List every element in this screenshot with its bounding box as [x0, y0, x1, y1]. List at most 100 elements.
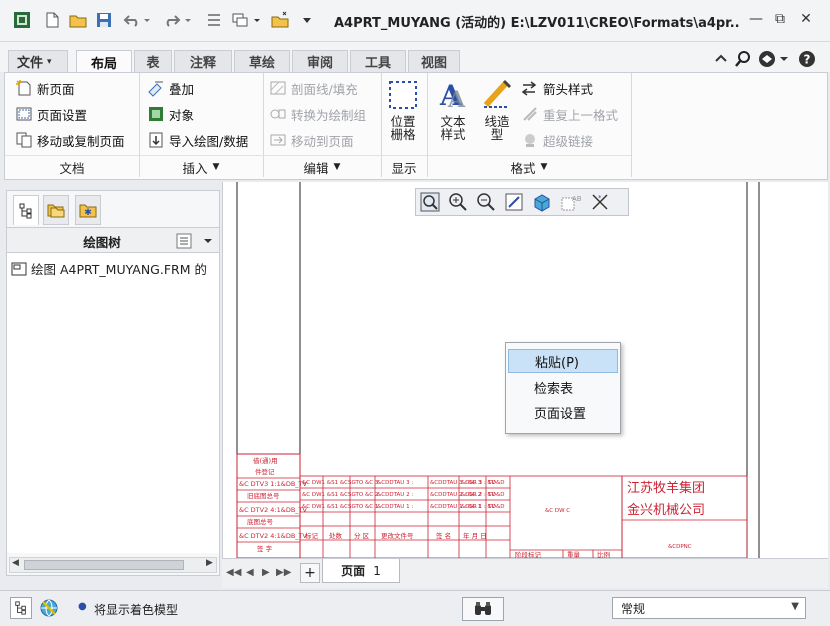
- tab-annotate[interactable]: 注释: [174, 50, 232, 72]
- community-dropdown-icon[interactable]: [778, 50, 790, 68]
- find-button[interactable]: [462, 597, 504, 621]
- svg-text:比例: 比例: [597, 550, 610, 558]
- datum-display-icon[interactable]: *: [590, 192, 610, 212]
- scroll-right-icon[interactable]: ▶: [206, 558, 213, 568]
- company-name-line1: 江苏牧羊集团: [627, 480, 705, 496]
- menu-item-page-setup[interactable]: 页面设置: [508, 400, 618, 424]
- selection-filter-dropdown[interactable]: 常规 ▼: [612, 597, 806, 619]
- folder-browser-tab[interactable]: [43, 195, 69, 225]
- page-bar: ◀◀ ◀ ▶ ▶▶ + 页面 1: [222, 558, 828, 588]
- undo-icon[interactable]: [122, 10, 142, 30]
- tree-item-drawing[interactable]: 绘图 A4PRT_MUYANG.FRM 的: [11, 259, 217, 278]
- list-settings-icon[interactable]: [175, 232, 193, 250]
- arrow-style-label: 箭头样式: [543, 81, 594, 97]
- collapse-ribbon-icon[interactable]: [712, 50, 730, 68]
- move-copy-page-icon: [16, 132, 32, 148]
- drawing-canvas[interactable]: 借(通)用 件登记 &C DTV3 1:1&DB_TV 旧底图总号 &C DTV…: [222, 182, 828, 558]
- tab-tools[interactable]: 工具: [350, 50, 406, 72]
- tab-view[interactable]: 视图: [408, 50, 460, 72]
- customize-toolbar-icon[interactable]: [300, 10, 314, 30]
- save-icon[interactable]: [94, 10, 114, 30]
- page-setup-button[interactable]: 页面设置: [15, 103, 87, 125]
- next-page-icon[interactable]: ▶: [262, 567, 270, 578]
- search-icon[interactable]: [734, 50, 752, 68]
- svg-text:✱: ✱: [84, 208, 92, 218]
- svg-text:A: A: [447, 87, 466, 111]
- redo-icon[interactable]: [162, 10, 182, 30]
- creo-app-icon: [12, 10, 32, 30]
- tab-file-label: 文件: [17, 56, 44, 71]
- redo-dropdown-icon[interactable]: [183, 10, 193, 30]
- tree-icon: [19, 203, 32, 218]
- add-page-button[interactable]: +: [300, 563, 320, 583]
- repaint-icon[interactable]: [504, 192, 524, 212]
- open-folder-icon[interactable]: [68, 10, 88, 30]
- group-label-insert-text: 插入: [182, 160, 208, 176]
- undo-dropdown-icon[interactable]: [142, 10, 152, 30]
- scroll-thumb[interactable]: [24, 560, 184, 570]
- restore-button[interactable]: ⧉: [768, 9, 792, 29]
- scroll-left-icon[interactable]: ◀: [12, 558, 19, 568]
- import-drawing-data-button[interactable]: 导入绘图/数据: [147, 129, 248, 151]
- windows-icon[interactable]: [230, 10, 250, 30]
- favorites-tab[interactable]: ✱: [75, 195, 101, 225]
- tab-table[interactable]: 表: [134, 50, 172, 72]
- zoom-in-icon[interactable]: [448, 192, 468, 212]
- horizontal-scrollbar[interactable]: ◀ ▶: [9, 557, 217, 573]
- menu-item-retrieve-table[interactable]: 检索表: [508, 375, 618, 399]
- group-label-insert[interactable]: 插入 ▼: [139, 157, 263, 177]
- windows-dropdown-icon[interactable]: [252, 10, 262, 30]
- close-window-folder-icon[interactable]: [270, 10, 290, 30]
- position-grid-button[interactable]: 位置 栅格: [385, 79, 421, 141]
- convert-to-group-button[interactable]: 转换为绘制组: [269, 103, 366, 125]
- last-page-icon[interactable]: ▶▶: [276, 567, 291, 578]
- svg-text:&DSR 3 : &D&D: &DSR 3 : &D&D: [461, 480, 504, 486]
- line-style-button[interactable]: 线造 型: [477, 77, 517, 141]
- minimize-button[interactable]: —: [744, 9, 768, 29]
- position-grid-label: 位置 栅格: [390, 114, 416, 142]
- community-icon[interactable]: [758, 50, 776, 68]
- chevron-down-icon[interactable]: [203, 236, 213, 246]
- prev-page-icon[interactable]: ◀: [246, 567, 254, 578]
- svg-text:&C DW1 &S1 &CSGTO &C 1: &C DW1 &S1 &CSGTO &C 1: [302, 504, 378, 510]
- svg-text:TV: TV: [487, 504, 495, 510]
- zoom-out-icon[interactable]: [476, 192, 496, 212]
- first-page-icon[interactable]: ◀◀: [226, 567, 241, 578]
- window-title: A4PRT_MUYANG (活动的) E:\LZV011\CREO\Format…: [334, 16, 740, 31]
- display-style-icon[interactable]: [532, 192, 552, 212]
- move-copy-page-button[interactable]: 移动或复制页面: [15, 129, 125, 151]
- svg-text:&C DW C: &C DW C: [545, 508, 570, 514]
- tab-review[interactable]: 审阅: [292, 50, 348, 72]
- svg-text:借(通)用: 借(通)用: [253, 456, 278, 465]
- help-icon[interactable]: ?: [798, 50, 816, 68]
- regenerate-icon[interactable]: [204, 10, 224, 30]
- arrow-style-button[interactable]: 箭头样式: [521, 77, 593, 99]
- svg-text:AB: AB: [572, 195, 582, 203]
- menu-item-paste[interactable]: 粘贴(P): [508, 349, 618, 373]
- toggle-browser-button[interactable]: [38, 597, 60, 619]
- repeat-last-format-button[interactable]: 重复上一格式: [521, 103, 618, 125]
- close-button[interactable]: ✕: [794, 9, 818, 29]
- overlay-label: 叠加: [169, 81, 195, 97]
- ribbon-tab-bar: 文件 ▾ 布局 表 注释 草绘 审阅 工具 视图 ?: [0, 42, 830, 73]
- page-tab-1[interactable]: 页面 1: [322, 559, 400, 583]
- new-page-button[interactable]: 新页面: [15, 77, 75, 99]
- new-file-icon[interactable]: [42, 10, 62, 30]
- toggle-navigator-button[interactable]: [10, 597, 32, 619]
- move-to-page-button[interactable]: 移动到页面: [269, 129, 354, 151]
- group-label-edit[interactable]: 编辑 ▼: [263, 157, 381, 177]
- group-label-format[interactable]: 格式 ▼: [427, 157, 631, 177]
- svg-text:&C DTV3 1:1&DB_TV: &C DTV3 1:1&DB_TV: [239, 480, 308, 488]
- overlay-button[interactable]: 叠加: [147, 77, 194, 99]
- hatch-fill-button[interactable]: 剖面线/填充: [269, 77, 358, 99]
- text-style-button[interactable]: A A 文本 样式: [433, 77, 473, 141]
- annotation-display-icon[interactable]: AB: [560, 192, 582, 212]
- model-tree-tab[interactable]: [13, 195, 39, 225]
- hyperlink-button[interactable]: 超级链接: [521, 129, 593, 151]
- object-button[interactable]: 对象: [147, 103, 194, 125]
- svg-text:底图总号: 底图总号: [247, 517, 274, 526]
- tab-sketch[interactable]: 草绘: [234, 50, 290, 72]
- tab-layout[interactable]: 布局: [76, 50, 132, 73]
- tab-file[interactable]: 文件 ▾: [8, 50, 68, 72]
- refit-icon[interactable]: [420, 192, 440, 212]
